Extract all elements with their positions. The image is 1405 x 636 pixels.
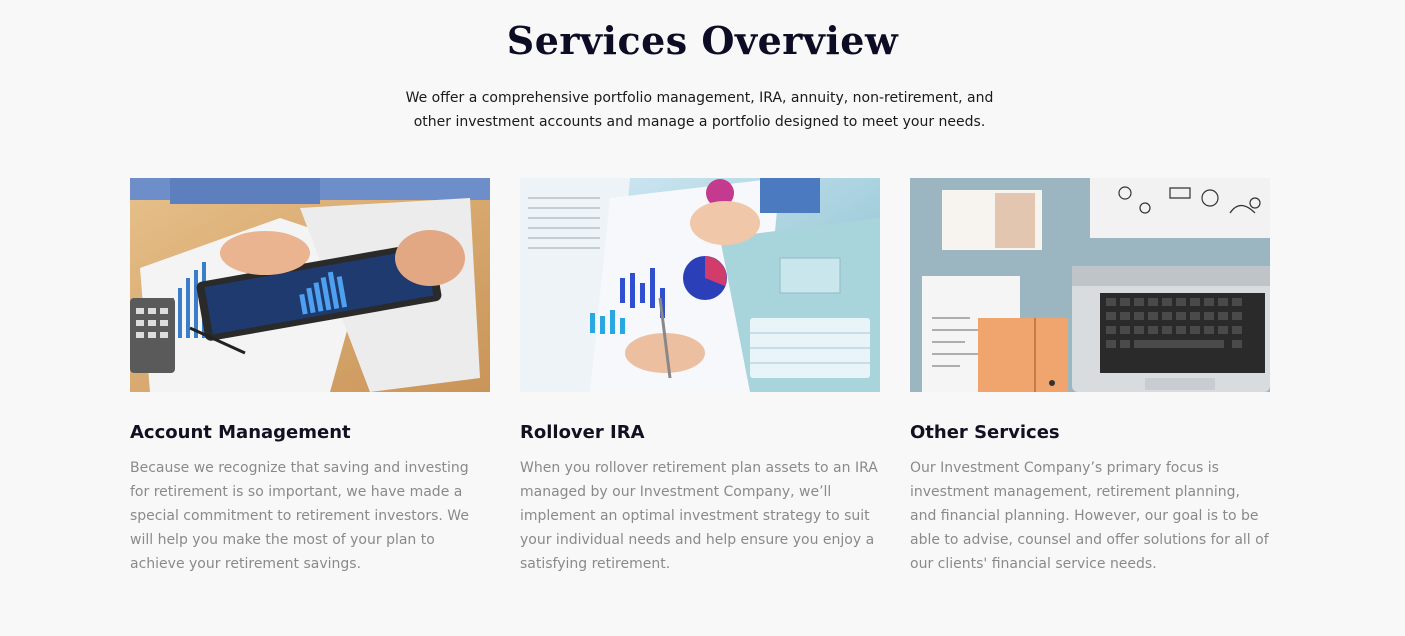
card-title: Account Management: [130, 422, 351, 443]
services-overview-section: Services Overview We offer a comprehensi…: [0, 0, 1405, 636]
services-cards: Account Management Because we recognize …: [130, 178, 1270, 576]
charts-laptop-photo: [520, 178, 880, 392]
card-title: Rollover IRA: [520, 422, 645, 443]
card-description: When you rollover retirement plan assets…: [520, 460, 878, 572]
service-card-other-services: Other Services Our Investment Company’s …: [910, 178, 1270, 576]
section-subtitle: We offer a comprehensive portfolio manag…: [405, 90, 994, 130]
card-description: Our Investment Company’s primary focus i…: [910, 460, 1269, 572]
tablet-financial-charts-photo: [130, 178, 490, 392]
card-title: Other Services: [910, 422, 1060, 443]
card-description: Because we recognize that saving and inv…: [130, 460, 469, 572]
laptop-notebooks-desk-photo: [910, 178, 1270, 392]
service-card-account-management: Account Management Because we recognize …: [130, 178, 490, 576]
service-card-rollover-ira: Rollover IRA When you rollover retiremen…: [520, 178, 880, 576]
section-title: Services Overview: [506, 18, 899, 63]
